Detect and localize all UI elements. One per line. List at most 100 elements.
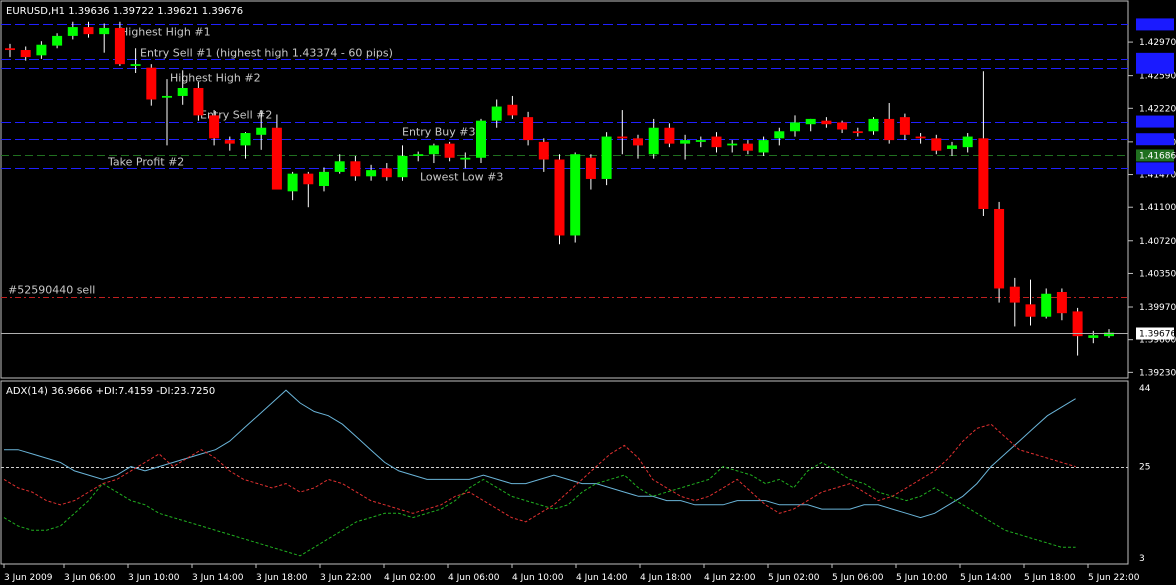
candle-body [381,168,392,178]
price-tick-label: 1.42970 [1139,38,1176,48]
candle-body [570,154,581,236]
candle-body [711,136,722,148]
time-tick-label: 5 Jun 02:00 [768,573,820,583]
time-tick-label: 3 Jun 10:00 [128,573,180,583]
candle-body [1072,311,1083,337]
candle-body [256,127,267,135]
price-axis: 1.429701.425901.422201.418401.414701.411… [1128,38,1176,378]
candle-body [209,115,220,139]
candle-body [83,27,94,35]
candle-body [617,136,628,139]
price-tick-label: 1.39970 [1139,303,1176,313]
candle-body [428,145,439,155]
candle-body [585,157,596,179]
candle-body [962,136,973,148]
time-tick-label: 3 Jun 06:00 [64,573,116,583]
candle-body [36,44,47,56]
time-tick-label: 5 Jun 10:00 [896,573,948,583]
candle-body [884,118,895,141]
current-price-label: 1.39676 [1139,330,1176,340]
candle-body [334,161,345,172]
candle-body [821,120,832,125]
candle-body [1009,286,1020,303]
candle-body [523,117,534,141]
level-axis-tag [1136,162,1174,175]
candle-body [664,127,675,144]
candle [146,64,157,106]
candle-body [20,50,31,58]
candle-body [366,170,377,177]
candle-body [790,122,800,132]
time-tick-label: 3 Jun 18:00 [256,573,308,583]
level-axis-tag [1136,133,1174,146]
symbol-header: EURUSD,H1 1.39636 1.39722 1.39621 1.3967… [6,6,243,17]
adx-title: ADX(14) 36.9666 +DI:7.4159 -DI:23.7250 [6,386,215,397]
candle-body [947,145,957,149]
time-tick-label: 5 Jun 18:00 [1024,573,1076,583]
time-tick-label: 3 Jun 2009 [4,573,53,583]
candle-body [994,208,1005,289]
adx-axis: 44 25 3 [1139,384,1151,564]
candle [601,132,612,186]
candle-body [978,138,989,209]
adx-panel-frame [0,380,1129,565]
level-label: Highest High #2 [170,72,261,85]
candle-body [899,117,910,135]
candle-body [287,173,298,192]
candle-body [695,140,706,142]
candle-body [271,127,282,190]
candle-body [130,64,141,66]
candle-body [507,104,518,116]
time-tick-label: 5 Jun 14:00 [960,573,1012,583]
price-tick-label: 1.40720 [1139,237,1176,247]
time-tick-label: 4 Jun 22:00 [704,573,756,583]
candle-body [319,171,329,187]
adx-tick-label: 25 [1139,463,1150,473]
candle-body [1025,304,1036,317]
level-label: Lowest Low #3 [420,171,503,184]
candle-body [852,131,863,134]
candle [994,201,1005,303]
trading-chart: Highest High #1 Entry Sell #1 (highest hi… [0,0,1176,583]
candle-body [193,87,204,116]
candle-body [680,140,691,144]
candle-body [397,155,408,178]
level-axis-tag [1136,18,1174,31]
candle-body [774,131,785,139]
candle-body [413,154,424,156]
level-label: Entry Buy #3 [402,126,476,139]
price-tick-label: 1.41100 [1139,203,1176,213]
level-axis-tag [1136,115,1174,128]
level-label: Highest High #1 [120,26,211,39]
level-label: Take Profit #2 [107,156,184,169]
candle-body [727,143,738,146]
candle-body [742,143,753,151]
candle-body [648,127,659,155]
price-panel: Highest High #1 Entry Sell #1 (highest hi… [0,0,1176,379]
candle-body [554,159,565,236]
candle-body [837,122,848,130]
candle-body [758,140,769,153]
candle-body [5,48,15,51]
candle-body [476,120,486,158]
candle-body [460,157,471,160]
candle [554,154,565,245]
time-axis: 3 Jun 2009 3 Jun 06:00 3 Jun 10:00 3 Jun 14… [3,564,1140,583]
candle-body [350,161,361,177]
candle-body [114,27,125,65]
price-tick-label: 1.40350 [1139,269,1176,279]
price-tick-label: 1.39230 [1139,368,1176,378]
time-tick-label: 4 Jun 10:00 [512,573,564,583]
level-label: Entry Sell #1 (highest high 1.43374 - 60… [140,47,393,60]
candle-body [1088,335,1099,338]
candle-body [633,138,643,146]
candle-body [162,95,172,98]
candle-body [146,67,157,100]
candle [114,21,125,66]
time-tick-label: 3 Jun 22:00 [320,573,372,583]
candle-body [224,140,235,144]
candle-body [805,118,816,125]
adx-tick-label: 44 [1139,384,1151,394]
candle-body [177,87,188,96]
candle-body [601,136,612,179]
